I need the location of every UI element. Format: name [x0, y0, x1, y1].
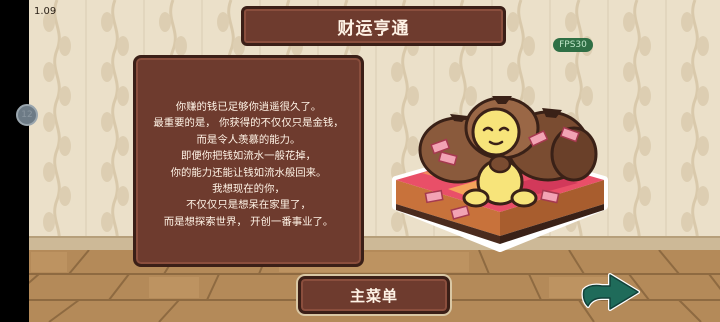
story-line: 而是想探索世界， 开创一番事业了。	[163, 215, 334, 228]
rich-character-illustration	[392, 96, 608, 252]
main-menu-label: 主菜单	[349, 286, 398, 305]
story-text: 你赚的钱已足够你逍遥很久了。 最重要的是， 你获得的不仅仅只是金钱， 而是令人羡…	[136, 99, 361, 230]
left-screen-edge	[0, 0, 29, 322]
side-badge-label: 12	[21, 110, 33, 120]
side-menu-icon[interactable]: 12	[16, 104, 38, 126]
page-title: 财运亨通	[337, 18, 410, 39]
story-line: 最重要的是， 你获得的不仅仅只是金钱，	[153, 117, 344, 130]
story-line: 你赚的钱已足够你逍遥很久了。	[175, 101, 322, 113]
fps-counter: FPS30	[553, 38, 593, 52]
story-line: 我想现在的你，	[212, 183, 285, 196]
version-label: 1.09	[34, 6, 57, 17]
story-line: 即便你把钱如流水一般花掉，	[180, 150, 317, 163]
story-dialog: 你赚的钱已足够你逍遥很久了。 最重要的是， 你获得的不仅仅只是金钱， 而是令人羡…	[133, 55, 364, 267]
story-line: 不仅仅只是想呆在家里了，	[186, 199, 311, 212]
next-arrow-icon[interactable]	[580, 270, 642, 314]
story-line: 你的能力还能让钱如流水般回来。	[170, 166, 327, 179]
story-line: 而是令人羡慕的能力。	[196, 133, 301, 146]
main-menu-button[interactable]: 主菜单	[298, 276, 450, 314]
title-banner: 财运亨通	[241, 6, 506, 46]
